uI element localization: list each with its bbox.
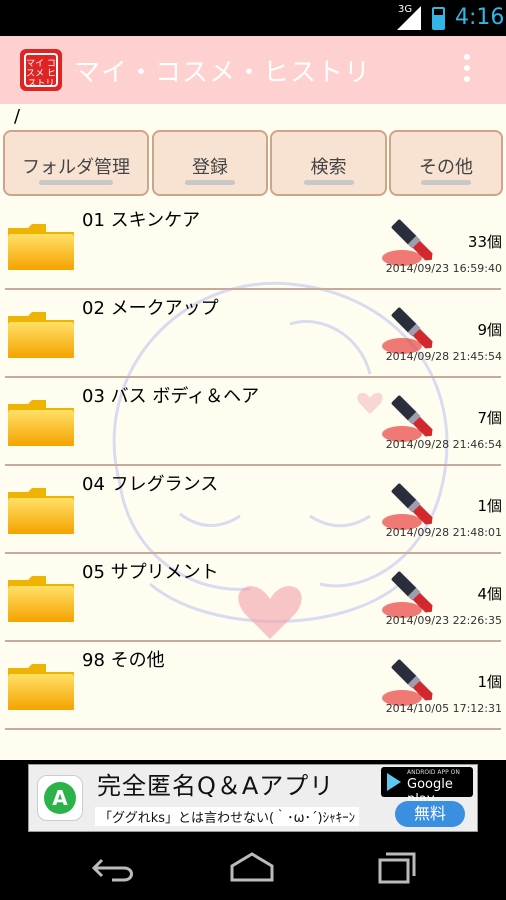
gplay-small-text: ANDROID APP ON (407, 769, 460, 776)
updated-date: 2014/09/28 21:48:01 (385, 526, 502, 539)
folder-icon (8, 576, 74, 622)
lipstick-icon (382, 219, 433, 266)
free-button[interactable]: 無料 (395, 801, 465, 827)
updated-date: 2014/09/23 22:26:35 (385, 614, 502, 627)
back-icon[interactable] (88, 850, 140, 886)
row-divider (5, 728, 501, 730)
tab-folder-management[interactable]: フォルダ管理 (3, 130, 149, 196)
ad-logo-icon: A (37, 775, 83, 821)
folder-row[interactable]: 05 サプリメント 4個 2014/09/23 22:26:35 (0, 554, 506, 642)
tab-indicator (185, 180, 235, 185)
ad-subtitle: 「ググれks」とは言わせない(｀･ω･´)ｼｬｷｰﾝ (95, 807, 360, 826)
folder-row[interactable]: 98 その他 1個 2014/10/05 17:12:31 (0, 642, 506, 730)
folder-name: 04 フレグランス (82, 474, 219, 495)
item-count: 7個 (477, 409, 502, 427)
folder-row[interactable]: 01 スキンケア 33個 2014/09/23 16:59:40 (0, 202, 506, 290)
folder-row[interactable]: 04 フレグランス 1個 2014/09/28 21:48:01 (0, 466, 506, 554)
updated-date: 2014/09/28 21:46:54 (385, 438, 502, 451)
folder-icon (8, 224, 74, 270)
tab-search[interactable]: 検索 (270, 130, 387, 196)
item-count: 33個 (467, 233, 502, 251)
item-count: 1個 (477, 497, 502, 515)
folder-icon (8, 312, 74, 358)
updated-date: 2014/09/28 21:45:54 (385, 350, 502, 363)
overflow-menu-icon[interactable] (463, 54, 471, 86)
folder-icon (8, 664, 74, 710)
app-logo-text: マイ コスメ ヒストリ (24, 53, 58, 89)
tab-label: 登録 (192, 157, 228, 178)
recent-apps-icon[interactable] (368, 850, 420, 886)
tab-label: 検索 (310, 157, 347, 178)
updated-date: 2014/10/05 17:12:31 (385, 702, 502, 715)
ad-logo-letter: A (44, 782, 76, 814)
lipstick-icon (382, 659, 433, 706)
current-path: / (14, 106, 21, 127)
action-bar: マイ コスメ ヒストリ マイ・コスメ・ヒストリ (0, 36, 506, 104)
tab-indicator (39, 180, 113, 185)
folder-row[interactable]: 02 メークアップ 9個 2014/09/28 21:45:54 (0, 290, 506, 378)
signal-icon (397, 6, 421, 30)
lipstick-icon (382, 571, 433, 618)
folder-row[interactable]: 03 バス ボディ＆ヘア 7個 2014/09/28 21:46:54 (0, 378, 506, 466)
lipstick-icon (382, 307, 433, 354)
clock: 4:16 (455, 5, 505, 30)
lipstick-icon (382, 483, 433, 530)
folder-name: 02 メークアップ (82, 298, 219, 319)
item-count: 1個 (477, 673, 502, 691)
tab-register[interactable]: 登録 (152, 130, 268, 196)
updated-date: 2014/09/23 16:59:40 (385, 262, 502, 275)
folder-icon (8, 400, 74, 446)
tab-label: その他 (419, 157, 473, 178)
play-icon (387, 773, 401, 791)
folder-name: 05 サプリメント (82, 562, 219, 583)
app-title: マイ・コスメ・ヒストリ (74, 58, 372, 88)
ad-banner[interactable]: A 完全匿名Q＆Aアプリ 「ググれks」とは言わせない(｀･ω･´)ｼｬｷｰﾝ … (28, 764, 478, 832)
tab-label: フォルダ管理 (22, 157, 130, 178)
folder-name: 01 スキンケア (82, 210, 201, 231)
navigation-bar (0, 834, 506, 900)
lipstick-icon (382, 395, 433, 442)
ad-title: 完全匿名Q＆Aアプリ (97, 772, 335, 800)
item-count: 4個 (477, 585, 502, 603)
tab-indicator (303, 180, 354, 185)
folder-icon (8, 488, 74, 534)
folder-name: 03 バス ボディ＆ヘア (82, 386, 260, 407)
item-count: 9個 (477, 321, 502, 339)
app-logo-icon: マイ コスメ ヒストリ (20, 49, 62, 91)
folder-name: 98 その他 (82, 650, 165, 671)
main-content: / フォルダ管理 登録 検索 その他 01 スキンケア 33個 2014/09/… (0, 104, 506, 760)
google-play-badge: ANDROID APP ON Google play (381, 767, 473, 807)
home-icon[interactable] (226, 850, 278, 886)
tab-other[interactable]: その他 (389, 130, 503, 196)
tab-bar: フォルダ管理 登録 検索 その他 (3, 130, 503, 198)
status-bar: 3G 4:16 (0, 0, 506, 36)
tab-indicator (421, 180, 471, 185)
battery-icon (432, 7, 445, 30)
